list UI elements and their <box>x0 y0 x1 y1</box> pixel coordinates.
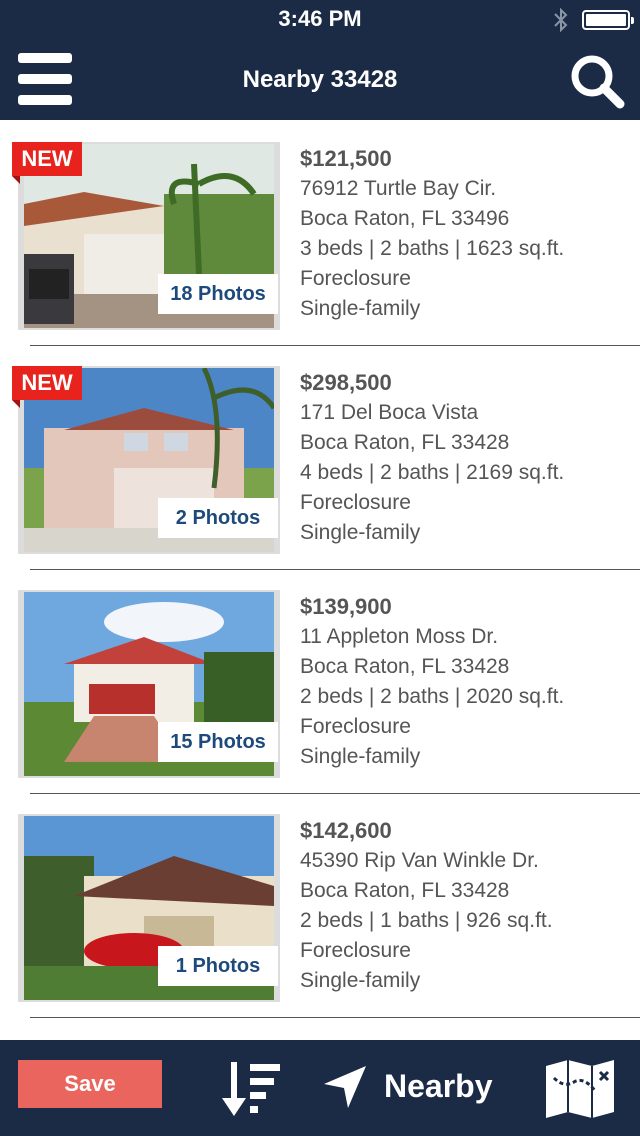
listing-status: Foreclosure <box>300 715 411 738</box>
page-title: Nearby 33428 <box>242 66 398 93</box>
listing-price: $142,600 <box>300 818 392 843</box>
listing-specs: 2 beds | 1 baths | 926 sq.ft. <box>300 909 553 932</box>
listing-item[interactable]: 15 Photos $139,900 11 Appleton Moss Dr. … <box>0 570 640 794</box>
status-bar: 3:46 PM <box>0 0 640 40</box>
location-arrow-icon <box>324 1066 366 1108</box>
listing-photo-frame: 15 Photos <box>18 590 280 778</box>
new-badge: NEW <box>12 366 82 408</box>
listing-item[interactable]: 2 Photos NEW $298,500 171 Del Boca Vista… <box>0 346 640 570</box>
listing-item[interactable]: 18 Photos NEW $121,500 76912 Turtle Bay … <box>0 122 640 346</box>
listing-status: Foreclosure <box>300 939 411 962</box>
listing-price: $298,500 <box>300 370 392 395</box>
listing-type: Single-family <box>300 297 421 320</box>
listing-street: 171 Del Boca Vista <box>300 401 479 424</box>
map-icon[interactable] <box>544 1058 616 1118</box>
listing-type: Single-family <box>300 745 421 768</box>
listing-specs: 3 beds | 2 baths | 1623 sq.ft. <box>300 237 565 260</box>
photos-count-button[interactable]: 15 Photos <box>158 722 278 762</box>
listing-status: Foreclosure <box>300 267 411 290</box>
listing-price: $121,500 <box>300 146 392 171</box>
listing-price: $139,900 <box>300 594 392 619</box>
listing-item[interactable]: 1 Photos $142,600 45390 Rip Van Winkle D… <box>0 794 640 1018</box>
listing-street: 76912 Turtle Bay Cir. <box>300 177 497 200</box>
listing-city: Boca Raton, FL 33428 <box>300 655 510 678</box>
divider <box>30 1017 640 1018</box>
new-badge: NEW <box>12 142 82 184</box>
listing-photo-frame: 1 Photos <box>18 814 280 1002</box>
listing-city: Boca Raton, FL 33428 <box>300 431 510 454</box>
bluetooth-icon <box>554 8 568 32</box>
listing-type: Single-family <box>300 521 421 544</box>
save-button[interactable]: Save <box>18 1060 162 1108</box>
listing-city: Boca Raton, FL 33428 <box>300 879 510 902</box>
listing-street: 45390 Rip Van Winkle Dr. <box>300 849 539 872</box>
listing-street: 11 Appleton Moss Dr. <box>300 625 499 648</box>
listing-info: $139,900 11 Appleton Moss Dr. Boca Raton… <box>300 592 630 772</box>
nearby-button[interactable]: Nearby <box>322 1060 512 1112</box>
status-time: 3:46 PM <box>278 6 362 31</box>
photos-count-button[interactable]: 1 Photos <box>158 946 278 986</box>
listing-specs: 2 beds | 2 baths | 2020 sq.ft. <box>300 685 565 708</box>
nearby-label: Nearby <box>384 1068 493 1104</box>
photos-count-button[interactable]: 18 Photos <box>158 274 278 314</box>
listing-city: Boca Raton, FL 33496 <box>300 207 510 230</box>
listing-type: Single-family <box>300 969 421 992</box>
bottom-toolbar: Save Nearby <box>0 1040 640 1136</box>
listing-info: $121,500 76912 Turtle Bay Cir. Boca Rato… <box>300 144 630 324</box>
listing-info: $142,600 45390 Rip Van Winkle Dr. Boca R… <box>300 816 630 996</box>
sort-icon[interactable] <box>220 1058 284 1118</box>
listing-info: $298,500 171 Del Boca Vista Boca Raton, … <box>300 368 630 548</box>
photos-count-button[interactable]: 2 Photos <box>158 498 278 538</box>
listing-specs: 4 beds | 2 baths | 2169 sq.ft. <box>300 461 565 484</box>
nav-bar: Nearby 33428 <box>0 40 640 120</box>
listing-status: Foreclosure <box>300 491 411 514</box>
search-icon[interactable] <box>568 52 626 110</box>
battery-icon <box>582 10 634 30</box>
